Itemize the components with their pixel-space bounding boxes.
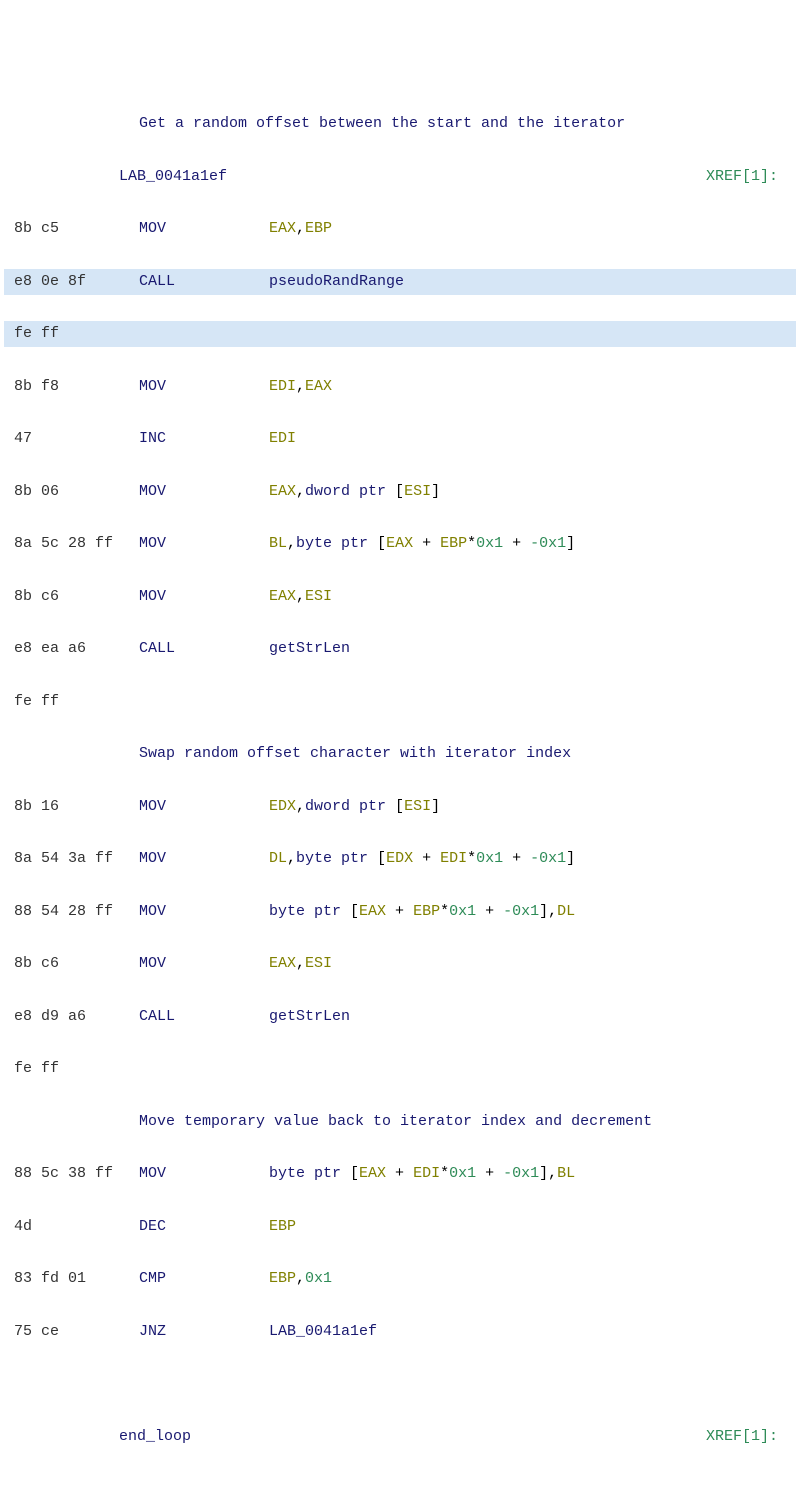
operands: EAX,ESI: [269, 951, 796, 977]
bytes: 75 ce: [4, 1319, 139, 1345]
listing-row[interactable]: 83 fd 01CMPEBP,0x1: [4, 1266, 796, 1292]
listing-row[interactable]: 8b 06MOVEAX,dword ptr [ESI]: [4, 479, 796, 505]
mnemonic: CMP: [139, 1266, 269, 1292]
bytes: fe ff: [4, 1056, 139, 1082]
comment-line: Move temporary value back to iterator in…: [4, 1109, 796, 1135]
bytes: fe ff: [4, 689, 139, 715]
operands: getStrLen: [269, 1004, 796, 1030]
mnemonic: MOV: [139, 951, 269, 977]
operands: EDI,EAX: [269, 374, 796, 400]
bytes: 47: [4, 426, 139, 452]
comment-text: Move temporary value back to iterator in…: [139, 1109, 652, 1135]
operands: EBP,0x1: [269, 1266, 796, 1292]
bytes: 8b c6: [4, 584, 139, 610]
bytes: 88 54 28 ff: [4, 899, 139, 925]
mnemonic: MOV: [139, 584, 269, 610]
mnemonic: MOV: [139, 899, 269, 925]
operands: getStrLen: [269, 636, 796, 662]
bytes: 8b 06: [4, 479, 139, 505]
label-row[interactable]: LAB_0041a1efXREF[1]:: [4, 164, 796, 190]
mnemonic: CALL: [139, 636, 269, 662]
operands: byte ptr [EAX + EDI*0x1 + -0x1],BL: [269, 1161, 796, 1187]
mnemonic: INC: [139, 426, 269, 452]
mnemonic: MOV: [139, 794, 269, 820]
bytes: 88 5c 38 ff: [4, 1161, 139, 1187]
listing-row[interactable]: 47INCEDI: [4, 426, 796, 452]
listing-row[interactable]: 75 ceJNZLAB_0041a1ef: [4, 1319, 796, 1345]
bytes: e8 d9 a6: [4, 1004, 139, 1030]
bytes: e8 0e 8f: [4, 269, 139, 295]
mnemonic: MOV: [139, 1161, 269, 1187]
xref-badge[interactable]: XREF[1]:: [706, 164, 796, 190]
operands: byte ptr [EAX + EBP*0x1 + -0x1],DL: [269, 899, 796, 925]
comment-text: Get a random offset between the start an…: [139, 111, 625, 137]
mnemonic: MOV: [139, 479, 269, 505]
listing-row[interactable]: 8a 5c 28 ffMOVBL,byte ptr [EAX + EBP*0x1…: [4, 531, 796, 557]
mnemonic: MOV: [139, 531, 269, 557]
operands: BL,byte ptr [EAX + EBP*0x1 + -0x1]: [269, 531, 796, 557]
listing-row[interactable]: e8 ea a6CALLgetStrLen: [4, 636, 796, 662]
listing-row[interactable]: fe ff: [4, 689, 796, 715]
bytes: 83 fd 01: [4, 1266, 139, 1292]
bytes: 8b f8: [4, 374, 139, 400]
bytes: 8b c6: [4, 951, 139, 977]
bytes: 4d: [4, 1214, 139, 1240]
bytes: 8a 5c 28 ff: [4, 531, 139, 557]
listing-row[interactable]: 88 5c 38 ffMOVbyte ptr [EAX + EDI*0x1 + …: [4, 1161, 796, 1187]
comment-text: Swap random offset character with iterat…: [139, 741, 571, 767]
bytes: 8b c5: [4, 216, 139, 242]
operands: EDX,dword ptr [ESI]: [269, 794, 796, 820]
listing-row[interactable]: 8b c6MOVEAX,ESI: [4, 951, 796, 977]
operands: EAX,dword ptr [ESI]: [269, 479, 796, 505]
bytes: e8 ea a6: [4, 636, 139, 662]
mnemonic: MOV: [139, 374, 269, 400]
operands: pseudoRandRange: [269, 269, 796, 295]
listing-row[interactable]: e8 d9 a6CALLgetStrLen: [4, 1004, 796, 1030]
listing-row[interactable]: 8a 54 3a ffMOVDL,byte ptr [EDX + EDI*0x1…: [4, 846, 796, 872]
bytes: fe ff: [4, 321, 139, 347]
operands: LAB_0041a1ef: [269, 1319, 796, 1345]
operands: EDI: [269, 426, 796, 452]
code-label[interactable]: LAB_0041a1ef: [119, 164, 706, 190]
code-label[interactable]: end_loop: [119, 1424, 706, 1450]
mnemonic: JNZ: [139, 1319, 269, 1345]
listing-row[interactable]: 8b c5MOVEAX,EBP: [4, 216, 796, 242]
operands: EAX,EBP: [269, 216, 796, 242]
listing-row-selected[interactable]: e8 0e 8fCALLpseudoRandRange: [4, 269, 796, 295]
listing-row[interactable]: 8b c6MOVEAX,ESI: [4, 584, 796, 610]
mnemonic: MOV: [139, 216, 269, 242]
mnemonic: MOV: [139, 846, 269, 872]
operands: EAX,ESI: [269, 584, 796, 610]
mnemonic: CALL: [139, 1004, 269, 1030]
bytes: 8a 54 3a ff: [4, 846, 139, 872]
bytes: 8b 16: [4, 794, 139, 820]
label-row[interactable]: end_loopXREF[1]:: [4, 1424, 796, 1450]
mnemonic: DEC: [139, 1214, 269, 1240]
operands: EBP: [269, 1214, 796, 1240]
operands: DL,byte ptr [EDX + EDI*0x1 + -0x1]: [269, 846, 796, 872]
xref-badge[interactable]: XREF[1]:: [706, 1424, 796, 1450]
listing-row[interactable]: fe ff: [4, 1056, 796, 1082]
comment-line: Swap random offset character with iterat…: [4, 741, 796, 767]
listing-row[interactable]: 8b 16MOVEDX,dword ptr [ESI]: [4, 794, 796, 820]
listing-row[interactable]: 4dDECEBP: [4, 1214, 796, 1240]
mnemonic: CALL: [139, 269, 269, 295]
listing-row[interactable]: 88 54 28 ffMOVbyte ptr [EAX + EBP*0x1 + …: [4, 899, 796, 925]
comment-line: Get a random offset between the start an…: [4, 111, 796, 137]
blank-row: [4, 1371, 796, 1397]
listing-row-selected[interactable]: fe ff: [4, 321, 796, 347]
listing-row[interactable]: 8b f8MOVEDI,EAX: [4, 374, 796, 400]
